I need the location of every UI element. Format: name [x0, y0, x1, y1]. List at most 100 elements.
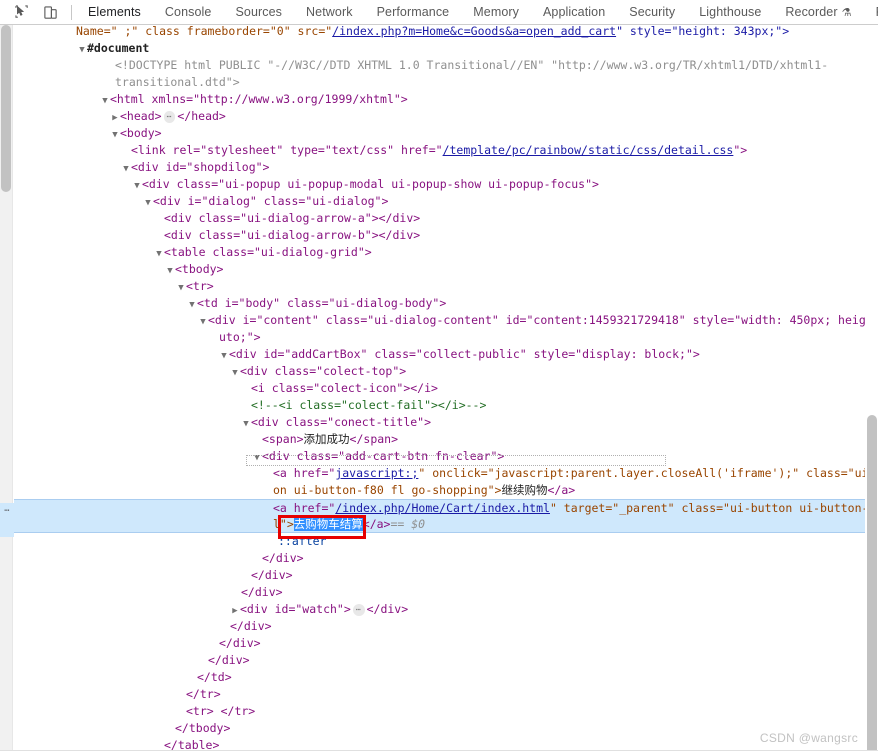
tab-recorder[interactable]: Recorder ⚗: [773, 3, 863, 21]
dom-node-td-body[interactable]: ▼ <td i="body" class="ui-dialog-body">: [14, 295, 865, 312]
devtools-toolbar: Elements Console Sources Network Perform…: [0, 0, 878, 25]
tab-performance-label: Performance: [376, 4, 450, 19]
selected-node-gutter-marker[interactable]: ⋯: [0, 503, 14, 520]
anchor2-href-link[interactable]: /index.php/Home/Cart/index.html: [335, 501, 550, 515]
dom-node-head[interactable]: ▶ <head> ⋯ </head>: [14, 108, 865, 125]
dom-node-document[interactable]: ▼ #document: [14, 40, 865, 57]
dom-node-success-span[interactable]: <span>添加成功</span>: [14, 431, 865, 448]
close-tr-tag: </tr>: [186, 687, 221, 701]
tab-sources[interactable]: Sources: [223, 3, 294, 21]
dom-node-html[interactable]: ▼ <html xmlns="http://www.w3.org/1999/xht…: [14, 91, 865, 108]
dom-node-colect-top[interactable]: ▼ <div class="colect-top">: [14, 363, 865, 380]
tab-application[interactable]: Application: [531, 3, 617, 21]
watch-open-tag: <div id="watch">: [240, 602, 351, 616]
dom-node-colect-fail-comment[interactable]: <!--<i class="colect-fail"></i>-->: [14, 397, 865, 414]
dom-node-ui-popup[interactable]: ▼ <div class="ui-popup ui-popup-modal ui-…: [14, 176, 865, 193]
collapsed-children-icon[interactable]: ⋯: [163, 110, 176, 123]
stylesheet-href-link[interactable]: /template/pc/rainbow/static/css/detail.c…: [443, 143, 734, 157]
dom-node-ui-dialog[interactable]: ▼ <div i="dialog" class="ui-dialog">: [14, 193, 865, 210]
dom-node-link-stylesheet[interactable]: <link rel="stylesheet" type="text/css" h…: [14, 142, 865, 159]
iframe-src-link[interactable]: /index.php?m=Home&c=Goods&a=open_add_car…: [332, 25, 616, 38]
dom-node-close-div-1[interactable]: </div>: [14, 550, 865, 567]
span-close-tag: </span>: [349, 432, 399, 446]
span-open-tag: <span>: [262, 432, 304, 446]
iframe-style-text: " style="height: 343px;">: [616, 25, 790, 38]
dom-node-close-tbody[interactable]: </tbody>: [14, 720, 865, 737]
ui-dialog-tag: <div i="dialog" class="ui-dialog">: [153, 194, 389, 208]
doctype-text-1: <!DOCTYPE html PUBLIC "-//W3C//DTD XHTML…: [115, 58, 829, 72]
tab-elements[interactable]: Elements: [76, 3, 153, 21]
dom-node-tbody[interactable]: ▼ <tbody>: [14, 261, 865, 278]
tab-security[interactable]: Security: [617, 3, 687, 21]
ui-popup-tag: <div class="ui-popup ui-popup-modal ui-p…: [142, 177, 599, 191]
close-td-tag: </td>: [197, 670, 232, 684]
dom-node-tr[interactable]: ▼ <tr>: [14, 278, 865, 295]
anchor1-href-link[interactable]: javascript:;: [335, 466, 418, 480]
anchor1-class-tail: on ui-button-f80 fl go-shopping">: [273, 483, 502, 497]
selected-node-reference: == $0: [390, 517, 426, 531]
success-message-text: 添加成功: [303, 432, 350, 446]
dom-node-close-td[interactable]: </td>: [14, 669, 865, 686]
tab-console[interactable]: Console: [153, 3, 224, 21]
dom-node-add-cart-box[interactable]: ▼ <div id="addCartBox" class="collect-pub…: [14, 346, 865, 363]
dom-tree-vertical-scrollbar-right[interactable]: [865, 25, 878, 751]
close-div-tag: </div>: [219, 636, 261, 650]
scrollbar-thumb-right[interactable]: [867, 415, 877, 751]
tab-lighthouse[interactable]: Lighthouse: [687, 3, 773, 21]
pseudo-element-label: ::after: [278, 534, 327, 548]
dom-node-dialog-arrow-a[interactable]: <div class="ui-dialog-arrow-a"></div>: [14, 210, 865, 227]
dom-node-close-div-2[interactable]: </div>: [14, 567, 865, 584]
inspect-element-icon[interactable]: [14, 4, 31, 21]
scrollbar-thumb[interactable]: [1, 25, 11, 192]
dom-node-colect-icon[interactable]: <i class="colect-icon"></i>: [14, 380, 865, 397]
dom-node-dialog-content-line1[interactable]: ▼ <div i="content" class="ui-dialog-conte…: [14, 312, 865, 329]
close-div-tag: </div>: [241, 585, 283, 599]
anchor2-attrs: " target="_parent" class="ui-button ui-b…: [549, 501, 865, 515]
close-div-tag: </div>: [208, 653, 250, 667]
dom-node-anchor-cart-checkout-line1[interactable]: <a href="/index.php/Home/Cart/index.html…: [14, 499, 865, 516]
toolbar-divider: [71, 4, 72, 20]
continue-shopping-label: 继续购物: [501, 483, 548, 497]
anchor2-close-tag: </a>: [362, 517, 391, 531]
dom-node-close-div-3[interactable]: </div>: [14, 584, 865, 601]
dom-node-dialog-arrow-b[interactable]: <div class="ui-dialog-arrow-b"></div>: [14, 227, 865, 244]
dom-node-close-div-6[interactable]: </div>: [14, 652, 865, 669]
dom-node-add-cart-btn[interactable]: ▼ <div class="add-cart-btn fn-clear">: [14, 448, 865, 465]
collapsed-children-icon[interactable]: ⋯: [352, 603, 365, 616]
tab-network[interactable]: Network: [294, 3, 365, 21]
tab-recorder-label: Recorder: [785, 4, 838, 19]
dom-node-conect-title[interactable]: ▼ <div class="conect-title">: [14, 414, 865, 431]
tab-application-label: Application: [543, 4, 606, 19]
dom-node-shopdilog[interactable]: ▼ <div id="shopdilog">: [14, 159, 865, 176]
iframe-attrs-text: Name=" ;" class frameborder="0" src=": [76, 25, 333, 38]
dom-node-anchor-go-shopping-line2[interactable]: on ui-button-f80 fl go-shopping">继续购物</a…: [14, 482, 865, 499]
dom-node-doctype-line2: transitional.dtd">: [14, 74, 865, 91]
dom-node-close-tr[interactable]: </tr>: [14, 686, 865, 703]
flask-icon: ⚗: [841, 7, 852, 20]
doctype-text-2: transitional.dtd">: [115, 75, 240, 89]
dom-node-anchor-go-shopping-line1[interactable]: <a href="javascript:;" onclick="javascri…: [14, 465, 865, 482]
elements-dom-tree[interactable]: Name=" ;" class frameborder="0" src="/in…: [14, 25, 865, 751]
dom-node-iframe-attrs[interactable]: Name=" ;" class frameborder="0" src="/in…: [14, 25, 865, 40]
tab-performance-insights[interactable]: Perf: [864, 3, 878, 21]
dom-node-anchor-cart-checkout-line2[interactable]: l">去购物车结算</a>== $0: [14, 516, 865, 533]
link-tag-suffix: ">: [733, 143, 748, 157]
dom-node-close-div-5[interactable]: </div>: [14, 635, 865, 652]
dom-node-after-pseudo[interactable]: ::after: [14, 533, 865, 550]
anchor1-close-tag: </a>: [547, 483, 576, 497]
dom-node-body[interactable]: ▼ <body>: [14, 125, 865, 142]
dom-node-dialog-grid-table[interactable]: ▼ <table class="ui-dialog-grid">: [14, 244, 865, 261]
device-toolbar-icon[interactable]: [42, 4, 59, 21]
colect-icon-tag: <i class="colect-icon"></i>: [251, 381, 438, 395]
tab-performance[interactable]: Performance: [365, 3, 462, 21]
dom-tree-vertical-scrollbar-left[interactable]: [0, 25, 13, 751]
dom-node-watch[interactable]: ▶ <div id="watch"> ⋯ </div>: [14, 601, 865, 618]
dom-node-close-table[interactable]: </table>: [14, 737, 865, 751]
shopdilog-tag: <div id="shopdilog">: [131, 160, 270, 174]
dom-node-empty-tr[interactable]: <tr> </tr>: [14, 703, 865, 720]
td-open-tag: <td i="body" class="ui-dialog-body">: [197, 296, 447, 310]
document-label: #document: [87, 41, 150, 55]
tab-memory[interactable]: Memory: [461, 3, 531, 21]
devtools-tab-strip: Elements Console Sources Network Perform…: [76, 3, 878, 21]
dom-node-close-div-4[interactable]: </div>: [14, 618, 865, 635]
